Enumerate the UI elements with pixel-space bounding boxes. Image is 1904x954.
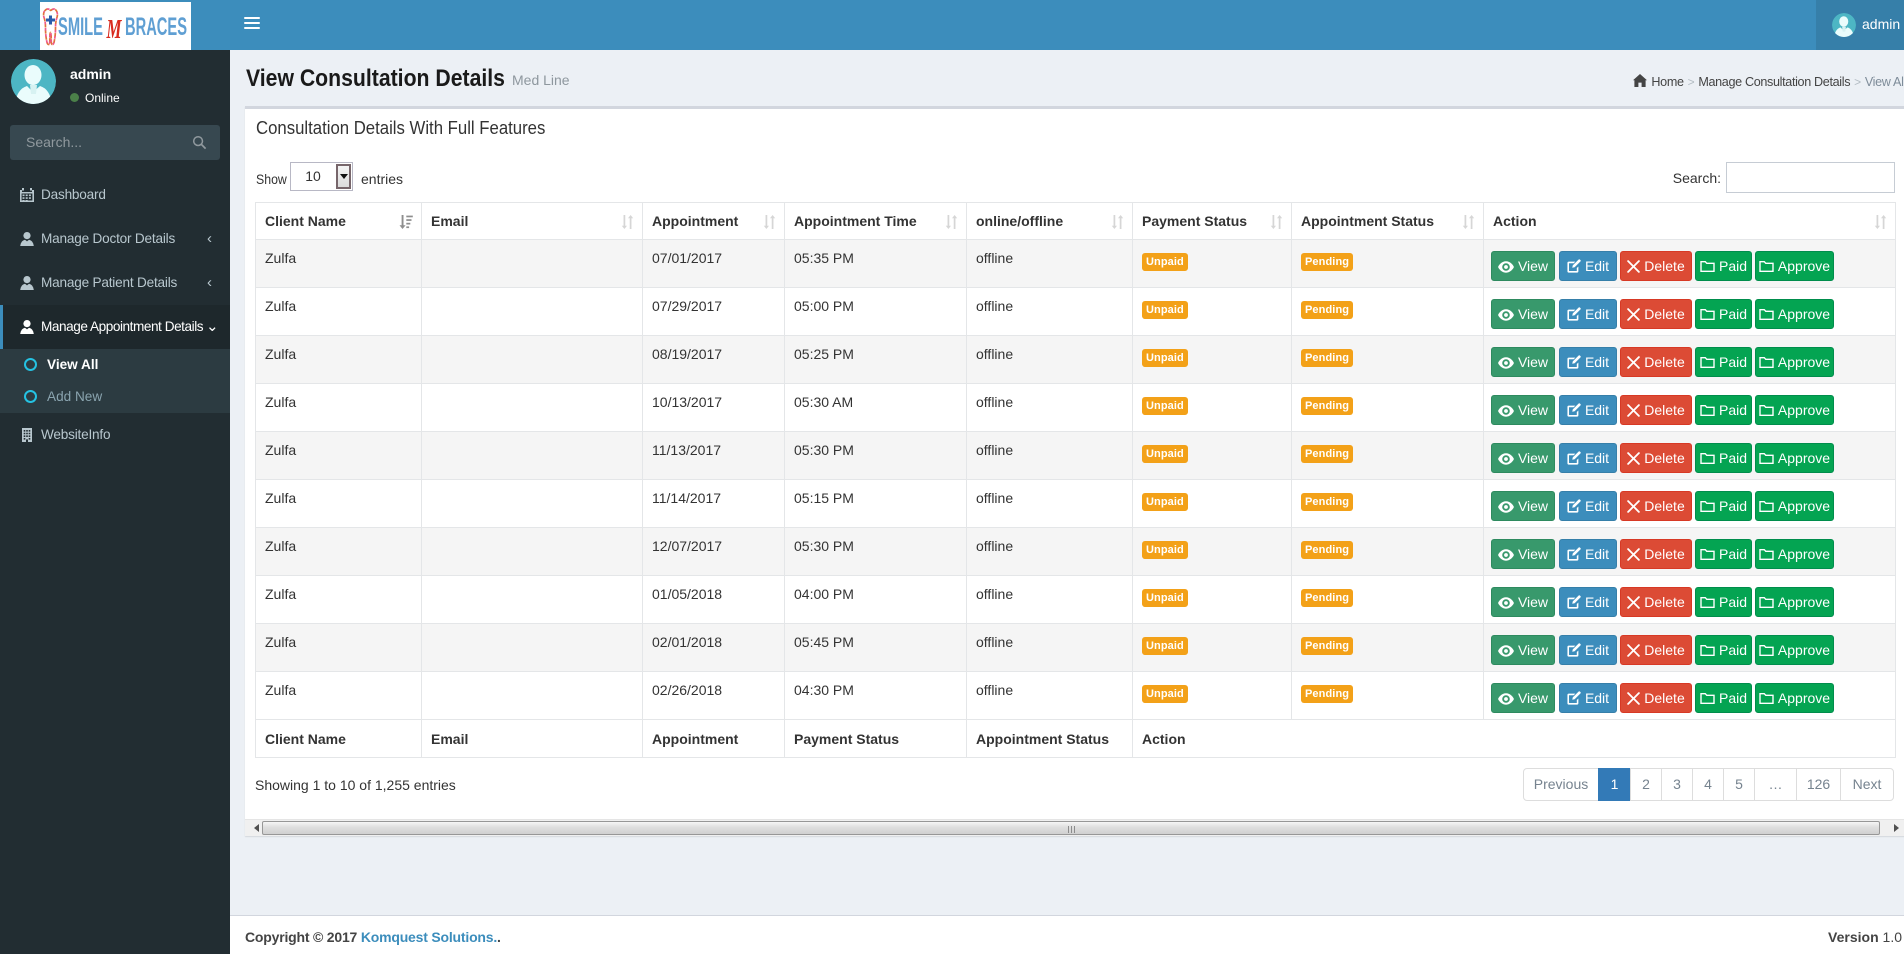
svg-text:SMILE: SMILE bbox=[58, 13, 103, 41]
svg-text:M: M bbox=[106, 14, 122, 44]
svg-text:BRACES: BRACES bbox=[125, 13, 187, 41]
